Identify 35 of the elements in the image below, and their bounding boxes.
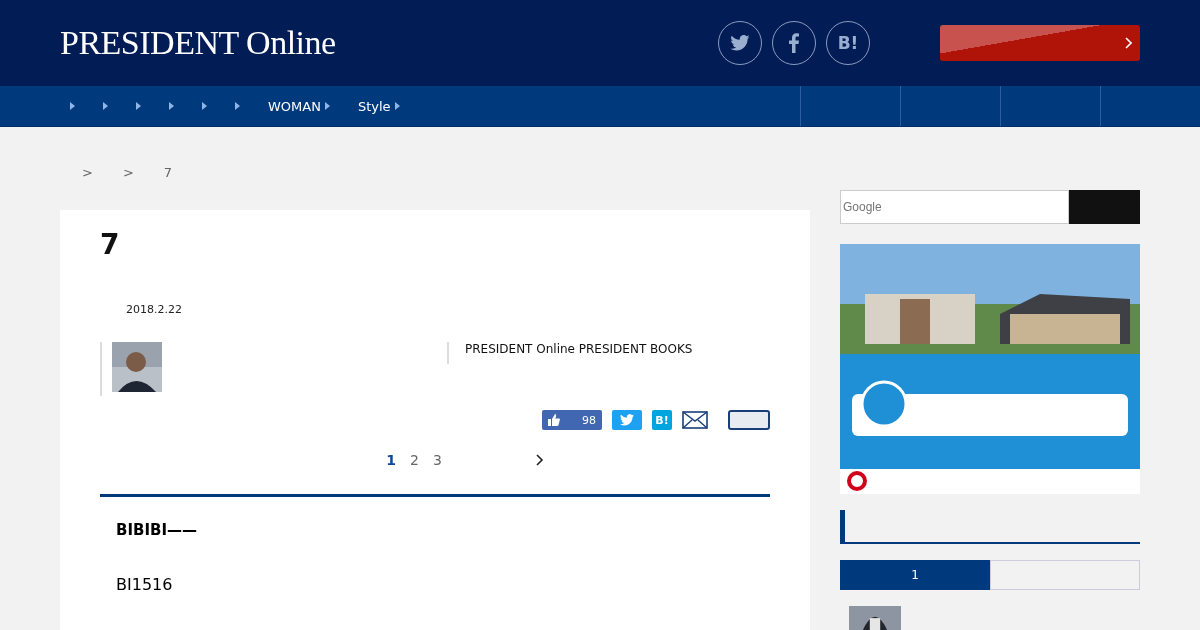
- article-date: 2018.2.22: [126, 303, 183, 316]
- nav-link[interactable]: WOMAN: [268, 98, 330, 114]
- like-button[interactable]: 98: [542, 410, 602, 430]
- caret-icon: [70, 102, 75, 110]
- nav-link[interactable]: Style: [357, 98, 400, 114]
- chevron-right-icon: [1125, 37, 1132, 49]
- caret-icon: [169, 102, 174, 110]
- breadcrumb-item[interactable]: >: [82, 165, 93, 180]
- bird-icon: [730, 35, 750, 51]
- caret-icon: [324, 102, 330, 110]
- thumbs-up-icon: [548, 414, 560, 426]
- breadcrumb-item[interactable]: >: [122, 165, 134, 180]
- search-field[interactable]: Google: [840, 190, 1069, 224]
- mail-icon[interactable]: [682, 411, 708, 429]
- page-link[interactable]: 1: [386, 452, 396, 468]
- caret-icon: [103, 102, 108, 110]
- article-source: PRESIDENT Online PRESIDENT BOOKS: [447, 342, 693, 364]
- ranking-tab[interactable]: 1: [840, 560, 990, 590]
- chevron-right-icon[interactable]: [535, 454, 544, 466]
- share-button[interactable]: [728, 410, 770, 430]
- caret-icon: [394, 102, 400, 110]
- caret-icon: [202, 102, 207, 110]
- caret-icon: [235, 102, 240, 110]
- article-lead: BIBIBI——: [116, 521, 199, 539]
- site-logo[interactable]: PRESIDENT Online: [60, 24, 708, 62]
- caret-icon: [136, 102, 141, 110]
- letter-f-icon: [789, 33, 799, 53]
- article-paragraph: BI1516: [116, 575, 174, 594]
- like-count: 98: [582, 413, 596, 427]
- tweet-button[interactable]: [612, 410, 642, 430]
- bird-icon: [620, 414, 634, 426]
- breadcrumb-item: 7: [163, 165, 173, 180]
- page-link[interactable]: 2: [409, 452, 419, 468]
- article-title: 7: [100, 228, 121, 261]
- page-link[interactable]: 3: [432, 452, 442, 468]
